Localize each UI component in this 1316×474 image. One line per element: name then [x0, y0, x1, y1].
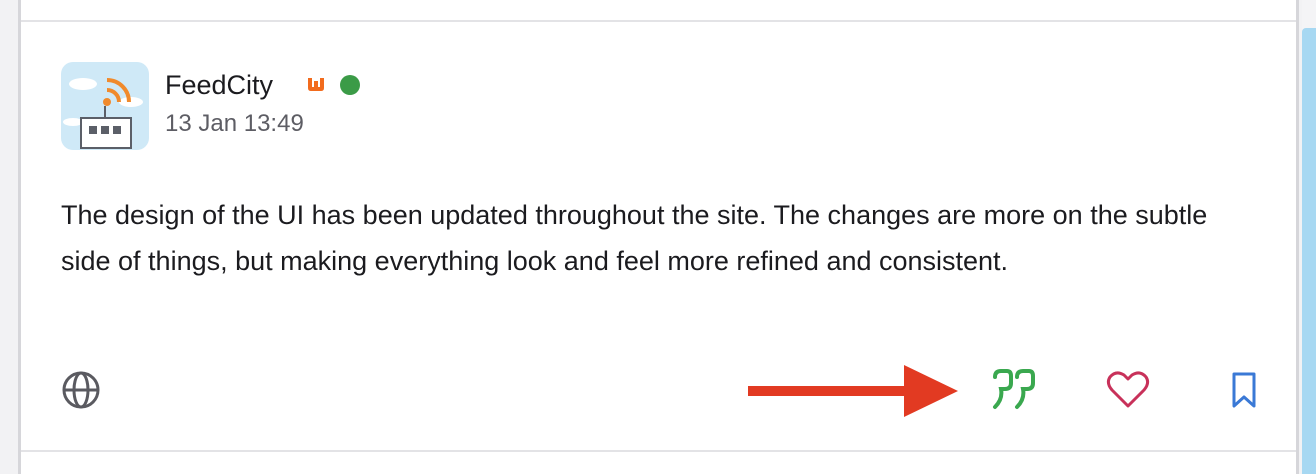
post-timestamp[interactable]: 13 Jan 13:49 — [165, 110, 304, 138]
post-body: The design of the UI has been updated th… — [61, 200, 1208, 276]
bookmark-button[interactable] — [1224, 370, 1264, 410]
heart-icon — [1106, 371, 1150, 408]
bookmark-icon — [1232, 372, 1256, 408]
previous-post-edge — [21, 0, 1296, 22]
scrollbar-thumb[interactable] — [1302, 28, 1316, 474]
author-name[interactable]: FeedCity — [165, 70, 273, 101]
next-post-edge — [21, 452, 1296, 474]
author-avatar[interactable] — [61, 62, 149, 150]
globe-icon[interactable] — [61, 370, 101, 410]
like-button[interactable] — [1106, 370, 1150, 410]
quote-button[interactable] — [987, 367, 1037, 413]
red-arrow-icon — [748, 365, 958, 417]
feed-robot-avatar-icon — [61, 62, 149, 150]
post-card: FeedCity 13 Jan 13:49 The design of the … — [21, 22, 1296, 452]
quote-icon — [993, 369, 1035, 409]
page-right-border — [1296, 0, 1299, 474]
w-badge-icon — [306, 75, 326, 93]
online-status-dot — [340, 75, 360, 95]
